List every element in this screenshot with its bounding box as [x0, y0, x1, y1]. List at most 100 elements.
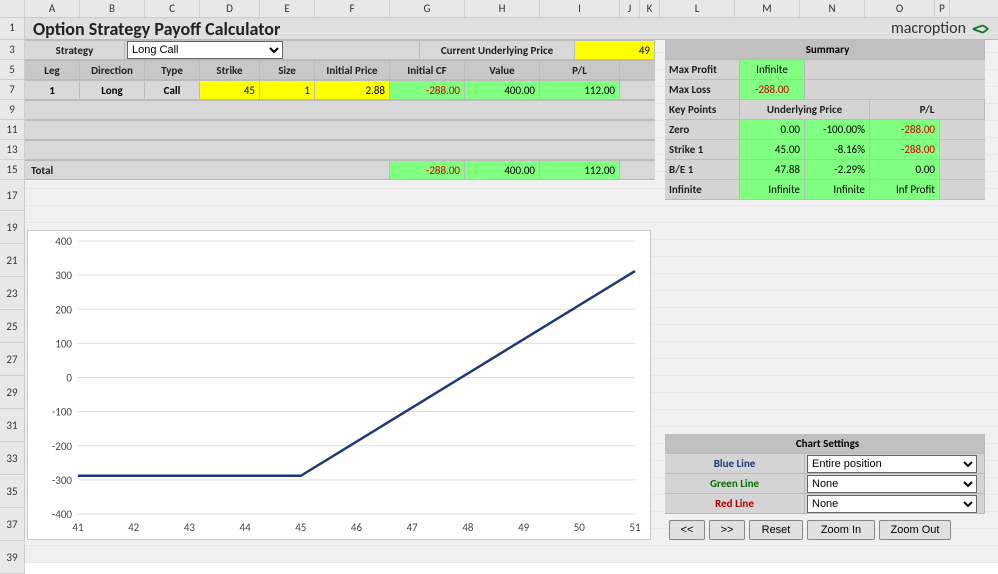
row-39[interactable]: 39	[0, 541, 25, 574]
svg-text:300: 300	[55, 269, 72, 282]
col-O[interactable]: O	[865, 0, 935, 17]
kp-v1: 45.00	[740, 140, 805, 159]
row-15[interactable]: 15	[0, 160, 25, 180]
next-button[interactable]: >>	[709, 520, 745, 540]
col-H[interactable]: H	[465, 0, 540, 17]
leg-initprice[interactable]: 2.88	[315, 81, 390, 99]
kp-name: Infinite	[665, 180, 740, 199]
row-7[interactable]: 7	[0, 80, 25, 100]
svg-text:100: 100	[55, 337, 72, 350]
col-B[interactable]: B	[80, 0, 145, 17]
total-pl: 112.00	[540, 161, 620, 179]
kp-v1: 0.00	[740, 120, 805, 139]
hdr-dir: Direction	[80, 61, 145, 79]
cup-value[interactable]: 49	[575, 41, 655, 59]
svg-text:-300: -300	[52, 474, 73, 487]
leg-direction[interactable]: Long	[80, 81, 145, 99]
summary-title: Summary	[665, 40, 985, 59]
kp-v3: -288.00	[870, 120, 940, 139]
row-21[interactable]: 21	[0, 244, 25, 277]
strategy-label: Strategy	[25, 41, 125, 59]
col-D[interactable]: D	[200, 0, 260, 17]
row-9[interactable]: 9	[0, 100, 25, 120]
brand-logo: macroption	[891, 19, 990, 38]
row-29[interactable]: 29	[0, 376, 25, 409]
strategy-select[interactable]: Long Call	[127, 41, 283, 59]
kp-v1: Infinite	[740, 180, 805, 199]
red-line-label: Red Line	[665, 494, 805, 513]
svg-text:47: 47	[407, 521, 419, 534]
reset-button[interactable]: Reset	[749, 520, 803, 540]
prev-button[interactable]: <<	[669, 520, 705, 540]
row-5[interactable]: 5	[0, 60, 25, 80]
row-19[interactable]: 19	[0, 211, 25, 244]
total-initcf: -288.00	[390, 161, 465, 179]
hdr-initprice: Initial Price	[315, 61, 390, 79]
svg-text:44: 44	[240, 521, 252, 534]
kp-v2: Infinite	[805, 180, 870, 199]
row-23[interactable]: 23	[0, 277, 25, 310]
red-line-select[interactable]: None	[807, 495, 977, 513]
col-G[interactable]: G	[390, 0, 465, 17]
col-C[interactable]: C	[145, 0, 200, 17]
row-13[interactable]: 13	[0, 140, 25, 160]
keypoint-row: B/E 147.88-2.29%0.00	[665, 160, 985, 180]
row-17[interactable]: 17	[0, 180, 25, 211]
leg-row: 1 Long Call 45 1 2.88 -288.00 400.00 112…	[25, 80, 655, 100]
leg-size[interactable]: 1	[260, 81, 315, 99]
max-profit-label: Max Profit	[665, 60, 740, 79]
col-L[interactable]: L	[660, 0, 735, 17]
col-F[interactable]: F	[315, 0, 390, 17]
row-33[interactable]: 33	[0, 442, 25, 475]
keypoint-row: InfiniteInfiniteInfiniteInf Profit	[665, 180, 985, 200]
svg-text:49: 49	[518, 521, 530, 534]
zoomin-button[interactable]: Zoom In	[807, 520, 875, 540]
row-37[interactable]: 37	[0, 508, 25, 541]
col-J[interactable]: J	[620, 0, 640, 17]
cup-label: Current Underlying Price	[420, 41, 575, 59]
leg-pl: 112.00	[540, 81, 620, 99]
leg-initcf: -288.00	[390, 81, 465, 99]
svg-text:-200: -200	[52, 440, 73, 453]
total-label: Total	[25, 161, 390, 179]
row-11[interactable]: 11	[0, 120, 25, 140]
kp-hdr-pl: P/L	[870, 100, 985, 119]
svg-text:200: 200	[55, 303, 72, 316]
svg-text:51: 51	[629, 521, 641, 534]
blue-line-select[interactable]: Entire position	[807, 455, 977, 473]
zoomout-button[interactable]: Zoom Out	[879, 520, 951, 540]
svg-text:46: 46	[351, 521, 363, 534]
chart-settings-title: Chart Settings	[665, 434, 985, 453]
svg-text:50: 50	[574, 521, 586, 534]
row-1[interactable]: 1	[0, 18, 25, 40]
max-loss-label: Max Loss	[665, 80, 740, 99]
col-P[interactable]: P	[935, 0, 950, 17]
column-headers: A B C D E F G H I J K L M N O P	[0, 0, 998, 18]
row-25[interactable]: 25	[0, 310, 25, 343]
kp-name: B/E 1	[665, 160, 740, 179]
payoff-chart: -400-300-200-100010020030040041424344454…	[27, 230, 651, 540]
keypoints-title: Key Points	[665, 100, 740, 119]
col-M[interactable]: M	[735, 0, 800, 17]
kp-name: Strike 1	[665, 140, 740, 159]
svg-text:45: 45	[295, 521, 306, 534]
row-31[interactable]: 31	[0, 409, 25, 442]
col-I[interactable]: I	[540, 0, 620, 17]
leg-strike[interactable]: 45	[200, 81, 260, 99]
col-E[interactable]: E	[260, 0, 315, 17]
row-27[interactable]: 27	[0, 343, 25, 376]
leg-type[interactable]: Call	[145, 81, 200, 99]
col-A[interactable]: A	[25, 0, 80, 17]
row-35[interactable]: 35	[0, 475, 25, 508]
svg-text:41: 41	[72, 521, 84, 534]
svg-text:0: 0	[66, 372, 72, 385]
svg-text:-400: -400	[52, 508, 73, 521]
max-loss-value: -288.00	[740, 80, 805, 99]
col-N[interactable]: N	[800, 0, 865, 17]
col-K[interactable]: K	[640, 0, 660, 17]
row-3[interactable]: 3	[0, 40, 25, 60]
kp-v1: 47.88	[740, 160, 805, 179]
hdr-strike: Strike	[200, 61, 260, 79]
kp-name: Zero	[665, 120, 740, 139]
green-line-select[interactable]: None	[807, 475, 977, 493]
